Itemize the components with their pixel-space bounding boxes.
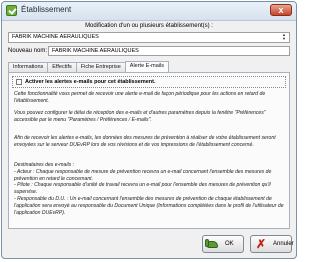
ok-label: OK <box>225 241 234 247</box>
tab-effectifs[interactable]: Effectifs <box>47 62 77 72</box>
cancel-label: Annuler <box>273 241 294 247</box>
tab-bar: Informations Effectifs Fiche Entreprise … <box>8 61 170 72</box>
data-sending-paragraph: Afin de recevoir les alertes e-mails, le… <box>14 135 276 148</box>
updown-arrows-icon: ▲ ▼ <box>282 32 286 41</box>
recipients-paragraph: Destinataires des e-mails : - Acteur : C… <box>14 162 284 216</box>
activate-alerts-label[interactable]: Activer les alertes e-mails pour cet éta… <box>25 78 156 86</box>
thumbs-up-icon <box>205 238 221 250</box>
name-label: Nouveau nom: <box>8 48 48 54</box>
modification-label: Modification d'un ou plusieurs établisse… <box>85 23 213 29</box>
cancel-button[interactable]: ✗ Annuler <box>250 235 294 253</box>
activate-alerts-checkbox[interactable] <box>16 79 22 85</box>
establishment-dialog: Établissement x Modification d'un ou plu… <box>1 1 297 259</box>
tab-alerte-emails[interactable]: Alerte E-mails <box>124 61 170 72</box>
activate-alerts-row[interactable]: Activer les alertes e-mails pour cet éta… <box>12 76 286 88</box>
description-paragraph: Cette fonctionnalité vous permet de rece… <box>14 91 266 104</box>
cancel-x-icon: ✗ <box>256 237 267 251</box>
alert-emails-panel: Activer les alertes e-mails pour cet éta… <box>8 72 290 229</box>
app-icon <box>6 5 17 16</box>
name-input[interactable]: FABRIK MACHINE AERAULIQUES <box>48 46 290 56</box>
close-button[interactable]: x <box>270 4 292 16</box>
ok-button[interactable]: OK <box>202 235 244 253</box>
tab-informations[interactable]: Informations <box>8 62 49 72</box>
tab-fiche-entreprise[interactable]: Fiche Entreprise <box>75 62 126 72</box>
window-title: Établissement <box>21 5 72 14</box>
establishment-select[interactable]: FABRIK MACHINE AERAULIQUES ▲ ▼ <box>8 32 290 43</box>
title-bar[interactable]: Établissement x <box>2 2 296 21</box>
preferences-paragraph: Vous pouvez configurer le délai de récep… <box>14 110 266 123</box>
establishment-select-value: FABRIK MACHINE AERAULIQUES <box>12 34 99 40</box>
